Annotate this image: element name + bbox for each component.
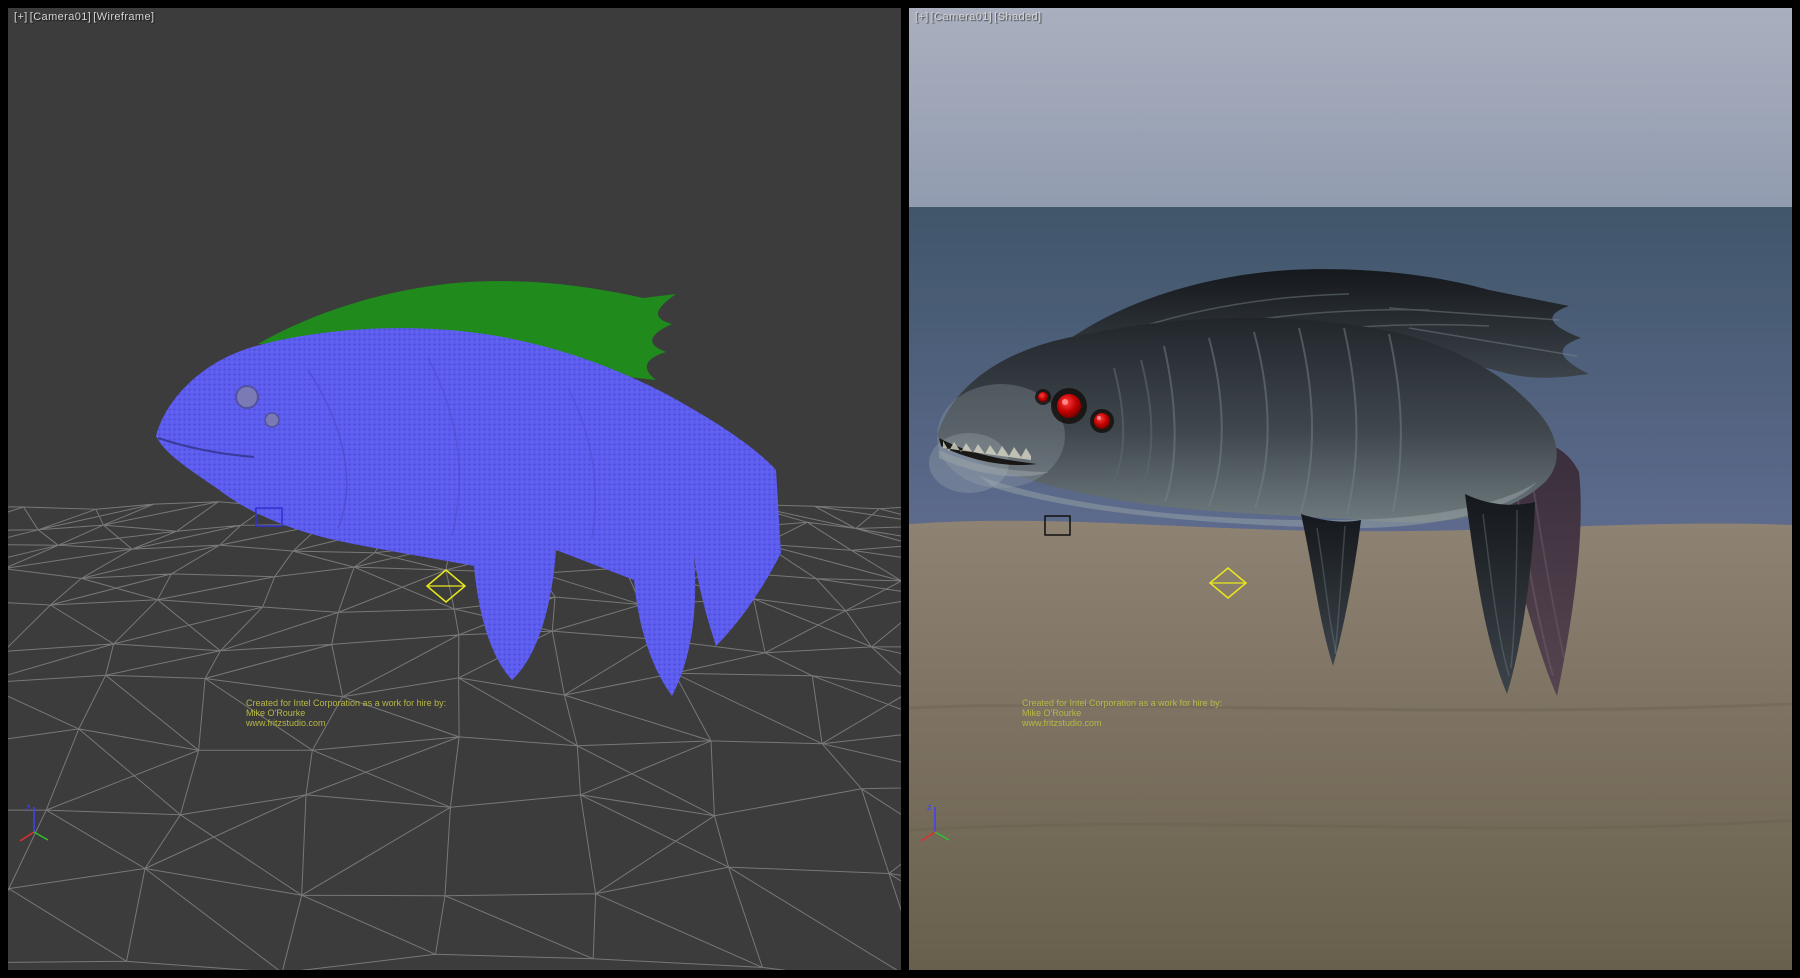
fish-eye-red — [1038, 392, 1048, 402]
eye-highlight — [1062, 399, 1068, 405]
fish-eye — [236, 386, 258, 408]
svg-text:Mike O'Rourke: Mike O'Rourke — [246, 708, 305, 718]
shading-menu[interactable]: [Shaded] — [994, 11, 1041, 23]
eye-highlight — [1097, 416, 1101, 420]
svg-text:Created for Intel Corporation: Created for Intel Corporation as a work … — [1022, 698, 1222, 708]
shading-menu[interactable]: [Wireframe] — [93, 11, 154, 23]
sky — [909, 8, 1792, 207]
fish-eye-small — [265, 413, 279, 427]
viewport-right[interactable]: [+] [Camera01] [Shaded] — [909, 8, 1792, 970]
svg-text:www.fritzstudio.com: www.fritzstudio.com — [245, 718, 326, 728]
viewport-frame: [+] [Camera01] [Wireframe] — [0, 0, 1800, 978]
svg-text:Created for Intel Corporation: Created for Intel Corporation as a work … — [246, 698, 446, 708]
svg-text:Mike O'Rourke: Mike O'Rourke — [1022, 708, 1081, 718]
fish-eye-red — [1094, 413, 1110, 429]
viewport-left-label: [+] [Camera01] [Wireframe] — [14, 11, 154, 23]
camera-menu[interactable]: [Camera01] — [30, 11, 91, 23]
credit-text: Created for Intel Corporation as a work … — [245, 698, 446, 728]
axis-z-label: z — [927, 802, 932, 812]
fish-eye-red — [1057, 394, 1081, 418]
pov-menu[interactable]: [+] — [14, 11, 28, 23]
left-scene-canvas[interactable]: Created for Intel Corporation as a work … — [8, 8, 901, 970]
right-scene-canvas[interactable]: Created for Intel Corporation as a work … — [909, 8, 1792, 970]
viewport-splitter[interactable] — [901, 8, 909, 970]
viewport-left[interactable]: [+] [Camera01] [Wireframe] — [8, 8, 901, 970]
axis-z-label: z — [26, 802, 31, 812]
pov-menu[interactable]: [+] — [915, 11, 929, 23]
svg-text:www.fritzstudio.com: www.fritzstudio.com — [1021, 718, 1102, 728]
camera-menu[interactable]: [Camera01] — [931, 11, 992, 23]
viewport-right-label: [+] [Camera01] [Shaded] — [915, 11, 1041, 23]
